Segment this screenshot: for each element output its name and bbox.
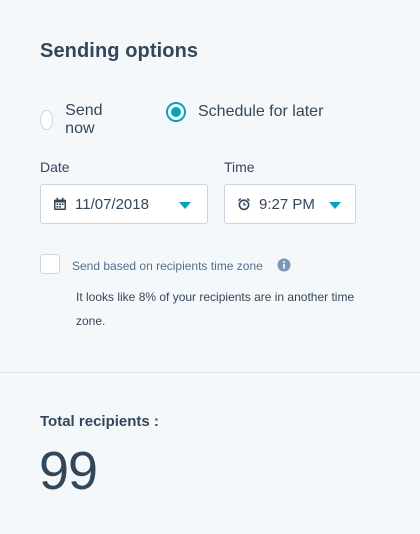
section-divider xyxy=(0,372,420,373)
date-picker[interactable]: 11/07/2018 xyxy=(40,184,208,224)
timezone-checkbox[interactable] xyxy=(40,254,60,274)
section-title: Sending options xyxy=(40,40,199,62)
time-picker[interactable]: 9:27 PM xyxy=(224,184,356,224)
radio-label-send-now: Send now xyxy=(65,102,103,137)
alarm-clock-icon xyxy=(237,197,251,211)
sending-options-panel: Sending options Send now Schedule for la… xyxy=(0,0,420,534)
date-label: Date xyxy=(40,159,70,175)
date-value: 11/07/2018 xyxy=(75,195,149,213)
radio-button-unchecked[interactable] xyxy=(40,110,54,130)
timezone-hint: It looks like 8% of your recipients are … xyxy=(76,290,355,328)
timezone-checkbox-label[interactable]: Send based on recipients time zone xyxy=(72,259,263,273)
total-recipients-count: 99 xyxy=(39,441,98,501)
time-label: Time xyxy=(224,159,255,175)
chevron-down-icon[interactable] xyxy=(329,202,341,209)
sending-options-section: Sending options Send now Schedule for la… xyxy=(0,0,420,372)
radio-send-now[interactable]: Send now xyxy=(40,102,109,138)
chevron-down-icon[interactable] xyxy=(179,202,191,209)
time-value: 9:27 PM xyxy=(259,195,315,213)
radio-schedule-later[interactable]: Schedule for later xyxy=(166,102,323,122)
calendar-icon xyxy=(53,197,67,211)
total-recipients-label: Total recipients : xyxy=(40,413,159,430)
radio-label-schedule-later: Schedule for later xyxy=(198,103,324,120)
info-icon[interactable] xyxy=(277,258,291,272)
radio-button-checked[interactable] xyxy=(166,102,186,122)
